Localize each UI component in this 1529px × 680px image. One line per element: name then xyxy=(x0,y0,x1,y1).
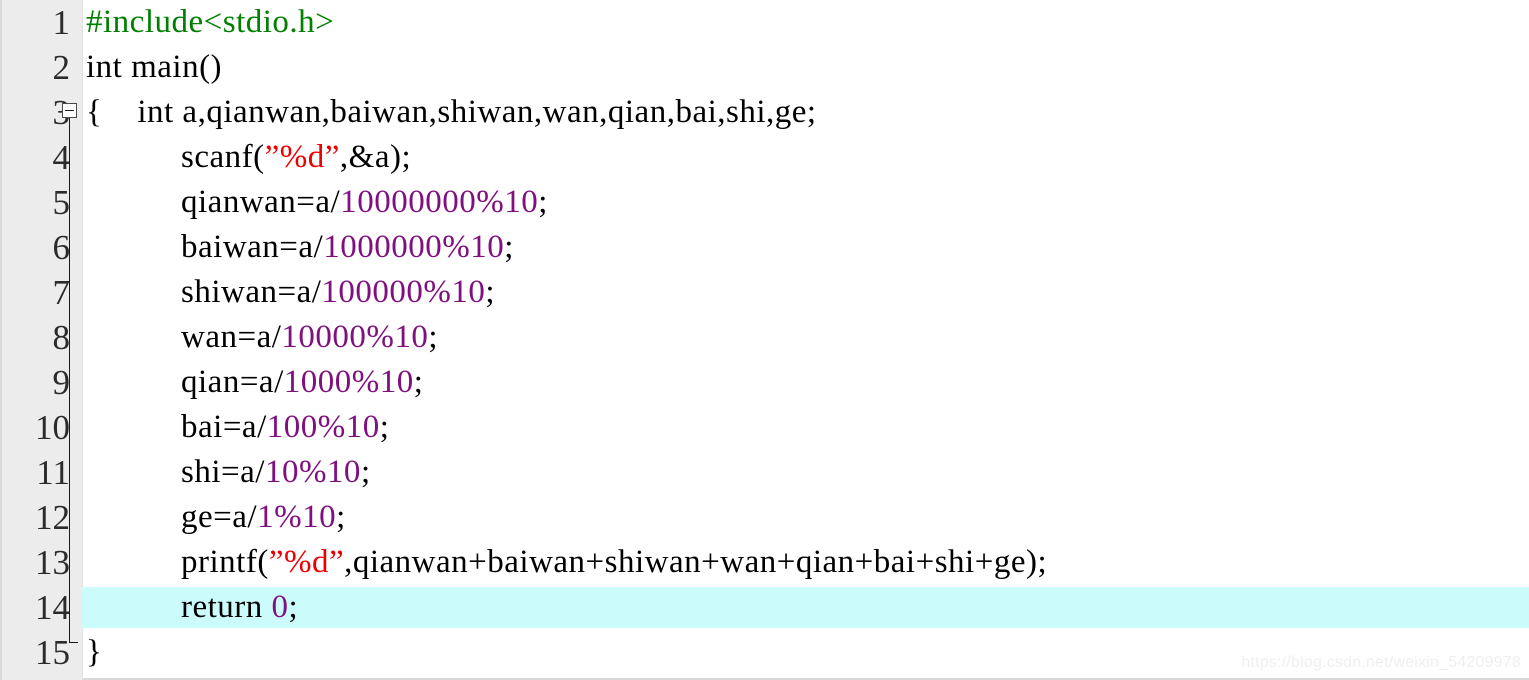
code-line[interactable]: 13 printf(”%d”,qianwan+baiwan+shiwan+wan+… xyxy=(2,540,1529,585)
code-token: 0 xyxy=(271,589,289,625)
code-line[interactable]: 12 ge=a/1%10; xyxy=(2,495,1529,540)
code-line-text[interactable]: qianwan=a/10000000%10; xyxy=(86,180,548,225)
code-line[interactable]: 7 shiwan=a/100000%10; xyxy=(2,270,1529,315)
code-line-text[interactable]: shiwan=a/100000%10; xyxy=(86,270,495,315)
code-token: 100000%10 xyxy=(321,274,486,310)
code-line-text[interactable]: baiwan=a/1000000%10; xyxy=(86,225,514,270)
code-line-text[interactable]: qian=a/1000%10; xyxy=(86,360,423,405)
code-line-text[interactable]: bai=a/100%10; xyxy=(86,405,389,450)
code-token: ; xyxy=(485,274,496,310)
code-line[interactable]: 3 { int a,qianwan,baiwan,shiwan,wan,qian,… xyxy=(2,90,1529,135)
code-line[interactable]: 9 qian=a/1000%10; xyxy=(2,360,1529,405)
code-line-text[interactable]: ge=a/1%10; xyxy=(86,495,346,540)
code-token: ; xyxy=(504,229,514,265)
code-token: int main() xyxy=(86,49,223,85)
line-number: 2 xyxy=(52,48,71,87)
line-number: 8 xyxy=(52,318,71,357)
code-token: qianwan=a/ xyxy=(181,184,341,220)
code-token: 10%10 xyxy=(264,454,361,490)
code-token: wan=a/ xyxy=(181,319,282,355)
code-token: ge=a/ xyxy=(181,499,258,535)
code-token: ; xyxy=(336,499,346,535)
code-token: ; xyxy=(538,184,548,220)
line-number: 6 xyxy=(52,228,71,267)
code-fold-range-end-bracket xyxy=(69,642,78,643)
code-token: 1000000%10 xyxy=(323,229,505,265)
code-token: 100%10 xyxy=(266,409,380,445)
code-token: 10000000%10 xyxy=(340,184,539,220)
line-number: 9 xyxy=(52,363,71,402)
code-token: ; xyxy=(379,409,390,445)
code-line[interactable]: 1 #include<stdio.h> xyxy=(2,0,1529,45)
code-line[interactable]: 11 shi=a/10%10; xyxy=(2,450,1529,495)
watermark-text: https://blog.csdn.net/weixin_54209978 xyxy=(1241,654,1521,671)
code-line[interactable]: 8 wan=a/10000%10; xyxy=(2,315,1529,360)
code-line-text[interactable]: { int a,qianwan,baiwan,shiwan,wan,qian,b… xyxy=(86,90,817,135)
line-number: 7 xyxy=(52,273,71,312)
code-token: printf( xyxy=(181,544,269,580)
code-line-text[interactable]: printf(”%d”,qianwan+baiwan+shiwan+wan+qi… xyxy=(86,540,1047,585)
code-token: return xyxy=(181,589,272,625)
code-token: } xyxy=(86,634,103,670)
code-token: ”%d” xyxy=(264,139,340,175)
code-token: ; xyxy=(428,319,439,355)
line-number: 10 xyxy=(35,408,70,447)
code-token: ; xyxy=(288,589,299,625)
code-line[interactable]: 14 return 0; xyxy=(2,585,1529,630)
line-number: 12 xyxy=(35,498,70,537)
code-token: shiwan=a/ xyxy=(181,274,322,310)
code-fold-range-line xyxy=(69,118,70,643)
line-number: 1 xyxy=(52,3,71,42)
code-line-text[interactable]: } xyxy=(86,630,102,675)
code-line-text[interactable]: int main() xyxy=(86,45,222,90)
line-number: 4 xyxy=(52,138,71,177)
code-token: { int a,qianwan,baiwan,shiwan,wan,qian,b… xyxy=(86,94,817,130)
code-token: scanf( xyxy=(181,139,265,175)
code-line[interactable]: 5 qianwan=a/10000000%10; xyxy=(2,180,1529,225)
code-line-text[interactable]: scanf(”%d”,&a); xyxy=(86,135,411,180)
line-number: 5 xyxy=(52,183,71,222)
code-token: 1%10 xyxy=(257,499,337,535)
code-token: 1000%10 xyxy=(283,364,414,400)
code-line-text[interactable]: return 0; xyxy=(86,585,298,630)
code-token: shi=a/ xyxy=(181,454,265,490)
line-number: 13 xyxy=(35,543,70,582)
code-line[interactable]: 4 scanf(”%d”,&a); xyxy=(2,135,1529,180)
code-line-text[interactable]: shi=a/10%10; xyxy=(86,450,371,495)
line-number: 14 xyxy=(35,588,70,627)
code-token: ”%d” xyxy=(268,544,345,580)
code-token: ; xyxy=(360,454,371,490)
code-token: ,&a); xyxy=(339,139,412,175)
code-token: bai=a/ xyxy=(181,409,267,445)
code-line-text[interactable]: #include<stdio.h> xyxy=(86,0,334,45)
code-token: baiwan=a/ xyxy=(181,229,324,265)
line-number: 11 xyxy=(36,453,70,492)
code-lines[interactable]: 1 #include<stdio.h> 2 int main() 3 { int a,qi… xyxy=(2,0,1529,675)
line-number: 3 xyxy=(2,90,71,135)
code-line[interactable]: 10 bai=a/100%10; xyxy=(2,405,1529,450)
code-token: ; xyxy=(413,364,424,400)
code-fold-minus-icon[interactable] xyxy=(62,103,77,118)
code-token: 10000%10 xyxy=(281,319,429,355)
line-number: 15 xyxy=(35,633,70,672)
code-token: ,qianwan+baiwan+shiwan+wan+qian+bai+shi+… xyxy=(344,544,1048,580)
code-line[interactable]: 2 int main() xyxy=(2,45,1529,90)
code-token: #include<stdio.h> xyxy=(86,4,335,40)
code-line-text[interactable]: wan=a/10000%10; xyxy=(86,315,438,360)
code-token: qian=a/ xyxy=(181,364,284,400)
code-editor[interactable]: 1 #include<stdio.h> 2 int main() 3 { int a,qi… xyxy=(0,0,1529,680)
code-line[interactable]: 6 baiwan=a/1000000%10; xyxy=(2,225,1529,270)
